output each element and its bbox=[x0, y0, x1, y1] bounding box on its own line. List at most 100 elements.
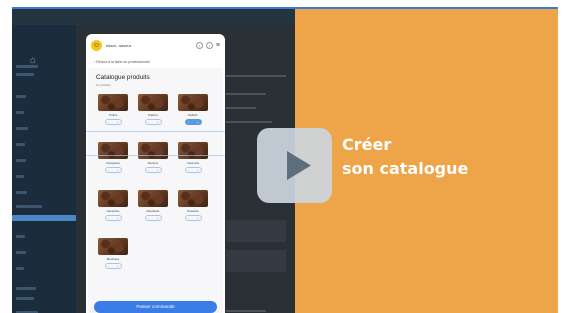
guide-line bbox=[86, 131, 225, 132]
guide-line bbox=[86, 155, 225, 156]
product-image bbox=[178, 94, 208, 111]
product-card[interactable]: Ganaches − + bbox=[98, 190, 128, 232]
product-name: Noisettes bbox=[187, 209, 199, 213]
product-name: Mendiants bbox=[146, 209, 160, 213]
headline-line-2: son catalogue bbox=[342, 159, 469, 178]
sidebar-item bbox=[16, 175, 24, 178]
sidebar-item bbox=[16, 287, 36, 290]
sidebar-item bbox=[16, 143, 25, 146]
product-card[interactable]: Orangettes − + bbox=[98, 142, 128, 184]
sidebar-item bbox=[16, 267, 24, 270]
minus-icon[interactable]: − bbox=[108, 264, 110, 268]
back-link[interactable]: ‹ Retour à la fiche du professionnel bbox=[94, 60, 150, 64]
dashboard-sidebar: ⌂ bbox=[12, 25, 76, 313]
quantity-stepper[interactable]: − + bbox=[144, 167, 162, 173]
minus-icon[interactable]: − bbox=[188, 216, 190, 220]
plus-icon[interactable]: + bbox=[117, 216, 119, 220]
product-name: Truffes bbox=[108, 113, 118, 117]
brand-name: miam...saveur bbox=[106, 42, 132, 48]
video-headline: Créer son catalogue bbox=[342, 133, 468, 181]
product-image bbox=[138, 142, 168, 159]
dashboard-field bbox=[226, 250, 286, 272]
sidebar-item bbox=[16, 235, 25, 238]
product-name: Rochers bbox=[147, 161, 159, 165]
product-card[interactable]: Pralinés − + bbox=[138, 94, 168, 136]
dashboard-field bbox=[226, 220, 286, 242]
product-name: Caramels bbox=[187, 161, 199, 165]
product-card[interactable]: Noisettes − + bbox=[178, 190, 208, 232]
minus-icon[interactable]: − bbox=[148, 168, 150, 172]
product-card[interactable]: Bouchées − + bbox=[98, 238, 128, 280]
sidebar-item bbox=[16, 191, 27, 194]
product-name: Ballotin bbox=[188, 113, 198, 117]
catalog-card: Catalogue produits 11 produits Truffes − +… bbox=[88, 68, 223, 313]
product-image bbox=[178, 190, 208, 207]
minus-icon[interactable]: − bbox=[148, 216, 150, 220]
product-name: Orangettes bbox=[106, 161, 120, 165]
quantity-stepper[interactable]: − + bbox=[184, 167, 202, 173]
product-image bbox=[138, 94, 168, 111]
minus-icon[interactable]: − bbox=[108, 120, 110, 124]
product-image bbox=[138, 190, 168, 207]
headline-line-1: Créer bbox=[342, 135, 392, 154]
quantity-stepper[interactable]: − + bbox=[104, 215, 122, 221]
product-name: Bouchées bbox=[106, 257, 120, 261]
quantity-stepper[interactable]: − + bbox=[104, 167, 122, 173]
minus-icon[interactable]: − bbox=[188, 168, 190, 172]
product-card[interactable]: Mendiants − + bbox=[138, 190, 168, 232]
quantity-stepper[interactable]: − + bbox=[184, 215, 202, 221]
minus-icon[interactable]: − bbox=[148, 120, 150, 124]
product-image bbox=[98, 94, 128, 111]
product-card[interactable]: Ballotin − + bbox=[178, 94, 208, 136]
catalog-count: 11 produits bbox=[96, 83, 111, 87]
cart-icon[interactable]: • bbox=[205, 41, 213, 49]
plus-icon[interactable]: + bbox=[157, 216, 159, 220]
plus-icon[interactable]: + bbox=[117, 120, 119, 124]
plus-icon[interactable]: + bbox=[157, 120, 159, 124]
user-icon[interactable]: • bbox=[195, 41, 203, 49]
sidebar-item bbox=[16, 127, 28, 130]
sidebar-item-active bbox=[12, 215, 76, 221]
plus-icon[interactable]: + bbox=[197, 216, 199, 220]
plus-icon[interactable]: + bbox=[197, 168, 199, 172]
phone-header: ☺ miam...saveur • • ≡ bbox=[86, 34, 225, 56]
quantity-stepper[interactable]: − + bbox=[104, 119, 122, 125]
quantity-stepper[interactable]: − + bbox=[184, 119, 202, 125]
quantity-stepper[interactable]: − + bbox=[144, 119, 162, 125]
back-link-label: Retour à la fiche du professionnel bbox=[96, 60, 150, 64]
sidebar-item bbox=[16, 65, 38, 68]
product-image bbox=[98, 190, 128, 207]
quantity-stepper[interactable]: − + bbox=[104, 263, 122, 269]
product-card[interactable]: Truffes − + bbox=[98, 94, 128, 136]
quantity-stepper[interactable]: − + bbox=[144, 215, 162, 221]
video-thumbnail[interactable]: ⌂ ☺ miam...saveur • • ≡ ‹ Retour à la fi… bbox=[12, 7, 558, 313]
menu-icon[interactable]: ≡ bbox=[216, 42, 220, 49]
screen-recording-background: ⌂ ☺ miam...saveur • • ≡ ‹ Retour à la fi… bbox=[12, 9, 295, 313]
sidebar-item bbox=[16, 251, 26, 254]
product-card[interactable]: Caramels − + bbox=[178, 142, 208, 184]
brand-logo-icon: ☺ bbox=[91, 39, 102, 51]
product-name: Pralinés bbox=[147, 113, 159, 117]
product-card[interactable]: Rochers − + bbox=[138, 142, 168, 184]
dashboard-text bbox=[226, 93, 266, 95]
dashboard-text bbox=[226, 121, 272, 123]
plus-icon[interactable]: + bbox=[197, 120, 199, 124]
minus-icon[interactable]: − bbox=[108, 216, 110, 220]
plus-icon[interactable]: + bbox=[117, 168, 119, 172]
plus-icon[interactable]: + bbox=[157, 168, 159, 172]
product-image bbox=[98, 238, 128, 255]
plus-icon[interactable]: + bbox=[117, 264, 119, 268]
dashboard-text bbox=[226, 107, 256, 109]
checkout-button[interactable]: Passer commande bbox=[94, 301, 217, 313]
minus-icon[interactable]: − bbox=[108, 168, 110, 172]
minus-icon[interactable]: − bbox=[188, 120, 190, 124]
phone-preview: ☺ miam...saveur • • ≡ ‹ Retour à la fich… bbox=[86, 34, 225, 313]
product-image bbox=[98, 142, 128, 159]
product-image bbox=[178, 142, 208, 159]
sidebar-item bbox=[16, 95, 26, 98]
play-icon bbox=[287, 151, 311, 180]
sidebar-item bbox=[16, 205, 42, 208]
sidebar-item bbox=[16, 73, 34, 76]
dashboard-tab bbox=[226, 75, 286, 77]
play-button[interactable] bbox=[257, 128, 332, 203]
